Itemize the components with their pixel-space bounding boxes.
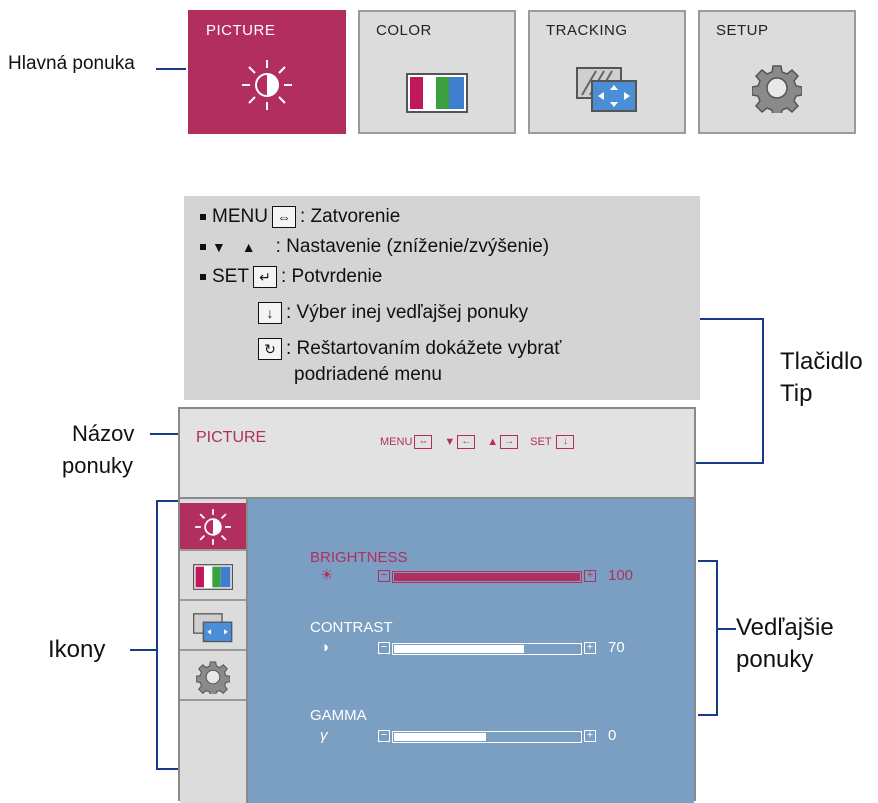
sun-icon: ☀ xyxy=(320,567,334,584)
contrast-icon: ◑ xyxy=(320,639,330,656)
main-menu-callout: Hlavná ponuka xyxy=(8,53,135,74)
tab-color[interactable]: COLOR xyxy=(358,10,516,134)
main-menu-leader xyxy=(156,68,186,70)
brightness-slider[interactable]: − + xyxy=(378,570,596,583)
tip-row-set: SET ↵: Potvrdenie xyxy=(200,266,382,288)
tab-setup[interactable]: SETUP xyxy=(698,10,856,134)
tab-picture[interactable]: PICTURE xyxy=(188,10,346,134)
tab-setup-label: SETUP xyxy=(716,22,769,39)
sidebar-item-setup[interactable] xyxy=(180,653,246,701)
icons-callout: Ikony xyxy=(48,636,106,663)
minus-icon: − xyxy=(378,730,390,742)
tip-button-callout: Tlačidlo Tip xyxy=(780,348,863,407)
sidebar-item-color[interactable] xyxy=(180,553,246,601)
contrast-value: 70 xyxy=(608,639,625,656)
left-arrow-key-icon: ← xyxy=(457,435,476,449)
restart-key-icon: ↻ xyxy=(258,338,282,360)
sidebar-item-tracking[interactable] xyxy=(180,603,246,651)
enter-key-icon: ↵ xyxy=(252,266,277,288)
osd-icon-sidebar xyxy=(180,499,248,803)
contrast-slider[interactable]: − + xyxy=(378,642,596,655)
menu-key-icon: ⇔ xyxy=(414,435,433,449)
tracking-icon xyxy=(576,67,638,118)
tracking-icon xyxy=(193,613,233,643)
gamma-icon: γ xyxy=(320,727,328,744)
tab-color-label: COLOR xyxy=(376,22,432,39)
osd-key-hints: MENU ⇔ ▼ ← ▲ → SET ↓ xyxy=(380,435,586,449)
brightness-value: 100 xyxy=(608,567,634,584)
gamma-label: GAMMA xyxy=(310,707,367,724)
submenus-callout: Vedľajšie ponuky xyxy=(736,614,834,673)
down-arrow-key-icon: ↓ xyxy=(556,435,575,449)
menu-name-callout: Názov xyxy=(72,421,135,446)
minus-icon: − xyxy=(378,642,390,654)
color-bars-icon xyxy=(406,73,468,118)
brightness-icon xyxy=(195,509,231,545)
menu-key-icon: ⇔ xyxy=(271,206,296,228)
tip-row-adjust: ▼ ▲: Nastavenie (zníženie/zvýšenie) xyxy=(200,236,549,258)
tip-box: MENU ⇔: Zatvorenie ▼ ▲: Nastavenie (zníže… xyxy=(184,196,700,400)
right-arrow-key-icon: → xyxy=(500,435,519,449)
tip-row-restart-cont: podriadené menu xyxy=(294,364,442,385)
tip-row-next: ↓: Výber inej vedľajšej ponuky xyxy=(254,302,528,324)
plus-icon: + xyxy=(584,570,596,582)
contrast-label: CONTRAST xyxy=(310,619,393,636)
osd-title: PICTURE xyxy=(196,429,267,446)
brightness-label: BRIGHTNESS xyxy=(310,549,408,566)
minus-icon: − xyxy=(378,570,390,582)
gear-icon xyxy=(196,661,230,694)
tip-row-restart: ↻: Reštartovaním dokážete vybrať xyxy=(254,338,561,360)
osd-submenu-panel: BRIGHTNESS ☀ − + 100 CONTRAST ◑ − + 70 G… xyxy=(248,499,694,803)
osd-header: PICTURE MENU ⇔ ▼ ← ▲ → SET ↓ xyxy=(180,409,694,499)
brightness-icon xyxy=(239,57,295,118)
plus-icon: + xyxy=(584,642,596,654)
osd-window: PICTURE MENU ⇔ ▼ ← ▲ → SET ↓ BRIGHTNESS … xyxy=(178,407,696,803)
tip-row-menu: MENU ⇔: Zatvorenie xyxy=(200,206,400,228)
tab-tracking-label: TRACKING xyxy=(546,22,628,39)
plus-icon: + xyxy=(584,730,596,742)
gamma-slider[interactable]: − + xyxy=(378,730,596,743)
gear-icon xyxy=(751,63,803,118)
sidebar-item-picture[interactable] xyxy=(180,503,246,551)
tab-picture-label: PICTURE xyxy=(206,22,276,39)
tab-tracking[interactable]: TRACKING xyxy=(528,10,686,134)
color-bars-icon xyxy=(193,564,233,590)
down-arrow-key-icon: ↓ xyxy=(258,302,282,324)
down-up-arrows-icon: ▼ ▲ xyxy=(212,239,262,255)
gamma-value: 0 xyxy=(608,727,617,744)
